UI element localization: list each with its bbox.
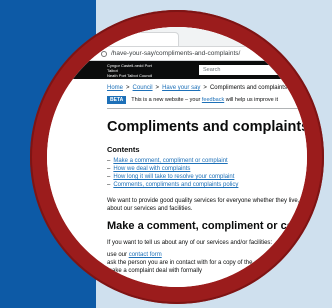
step-item: make a complaint deal with formally — [107, 267, 307, 275]
step-text: make a complaint deal with formally — [107, 268, 203, 274]
logo-line-english: Neath Port Talbot Council — [107, 72, 153, 78]
contents-link-make-comment[interactable]: Make a comment, compliment or complaint — [113, 158, 227, 164]
page-title: Compliments and complaints — [107, 119, 307, 135]
feedback-link[interactable]: feedback — [202, 97, 224, 103]
search-placeholder: Search — [203, 67, 221, 73]
step-item: use our contact form — [107, 251, 307, 259]
search-input[interactable]: Search — [199, 65, 291, 75]
breadcrumb-separator: > — [126, 85, 130, 91]
copy-link[interactable]: co — [254, 260, 260, 266]
beta-text: This is a new website – your feedback wi… — [131, 97, 278, 103]
section-paragraph: If you want to tell us about any of our … — [107, 240, 273, 246]
logo-line-welsh: Cyngor Castell-nedd Port Talbot — [107, 62, 152, 73]
breadcrumb-have-your-say[interactable]: Have your say — [162, 85, 200, 91]
list-dash: – — [107, 166, 111, 172]
browser-tab[interactable]: ... — [95, 32, 179, 46]
council-logo[interactable]: Cyngor Castell-nedd Port Talbot Neath Po… — [107, 63, 163, 78]
contents-item: – Make a comment, compliment or complaint — [107, 157, 307, 165]
address-url[interactable]: /have-your-say/compliments-and-complaint… — [111, 50, 240, 57]
breadcrumb-current: Compliments and complaints — [209, 85, 287, 91]
breadcrumb-home[interactable]: Home — [107, 85, 123, 91]
list-dash: – — [107, 174, 111, 180]
contents-link-how-we-deal[interactable]: How we deal with complaints — [113, 166, 190, 172]
magnifier-lens: ... /have-your-say/compliments-and-compl… — [47, 27, 307, 287]
step-item: ask the person you are in contact with f… — [107, 259, 307, 267]
breadcrumb-council[interactable]: Council — [133, 85, 153, 91]
magnifier-ring: ... /have-your-say/compliments-and-compl… — [30, 10, 324, 304]
contents-link-policy[interactable]: Comments, compliments and complaints pol… — [113, 182, 238, 188]
contents-item: – How long it will take to resolve your c… — [107, 173, 307, 181]
breadcrumb-separator: > — [203, 85, 207, 91]
browser-tab-strip: ... — [47, 27, 307, 47]
webpage-screenshot: ... /have-your-say/compliments-and-compl… — [47, 27, 307, 287]
beta-banner: BETA This is a new website – your feedba… — [107, 96, 307, 109]
site-header: Cyngor Castell-nedd Port Talbot Neath Po… — [47, 61, 307, 79]
site-info-icon[interactable] — [101, 50, 107, 57]
contents-item: – Comments, compliments and complaints po… — [107, 181, 307, 189]
address-bar[interactable]: /have-your-say/compliments-and-complaint… — [47, 47, 307, 61]
list-dash: – — [107, 182, 111, 188]
steps-list: use our contact form ask the person you … — [107, 251, 307, 275]
contents-list: – Make a comment, compliment or complaint… — [107, 157, 307, 189]
contents-item: – How we deal with complaints — [107, 165, 307, 173]
browser-tab-title: ... — [100, 36, 106, 42]
step-text: use our — [107, 252, 129, 258]
beta-text-before: This is a new website – your — [131, 97, 201, 103]
contents-heading: Contents — [107, 145, 140, 154]
beta-tag: BETA — [107, 96, 127, 104]
search-button[interactable] — [291, 65, 301, 75]
section-heading: Make a comment, compliment or complaint — [107, 220, 307, 232]
breadcrumb-separator: > — [155, 85, 160, 91]
step-text: ask the person you are in contact with f… — [107, 260, 255, 266]
contact-form-link[interactable]: contact form — [129, 252, 162, 258]
contents-link-how-long[interactable]: How long it will take to resolve your co… — [113, 174, 234, 180]
list-dash: – — [107, 158, 111, 164]
background: ... /have-your-say/compliments-and-compl… — [0, 0, 332, 308]
beta-text-after: will help us improve it — [225, 97, 279, 103]
breadcrumb: Home > Council > Have your say > Complim… — [47, 79, 307, 91]
intro-paragraph: We want to provide good quality services… — [107, 198, 307, 212]
